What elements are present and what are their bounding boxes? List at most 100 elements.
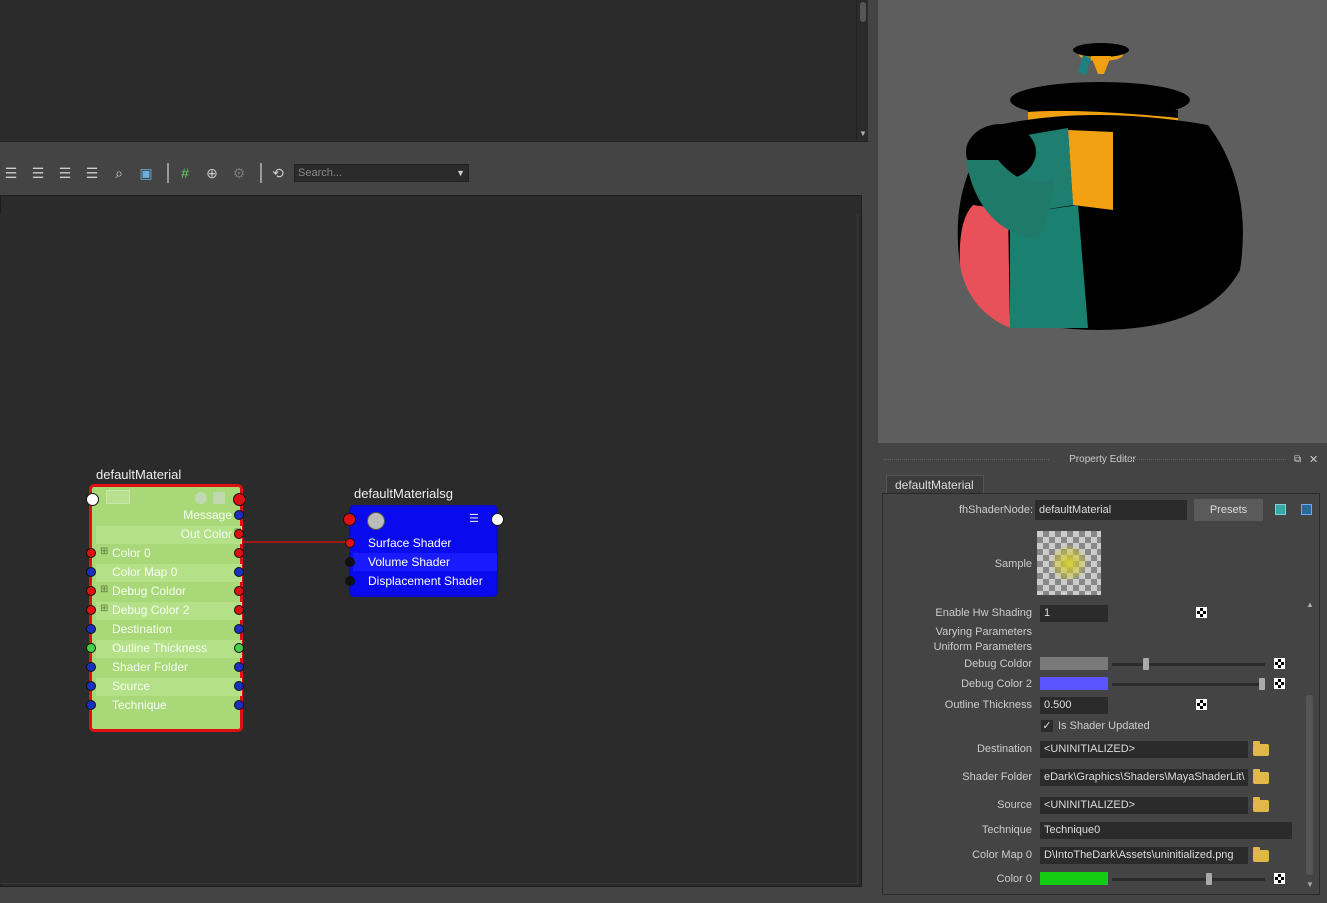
attr-port[interactable] (234, 605, 244, 615)
sg-attr-row[interactable]: Volume Shader (353, 553, 497, 571)
layout-4-icon[interactable]: ☰ (81, 162, 103, 184)
debug-coldor-slider[interactable] (1112, 663, 1265, 666)
attr-port[interactable] (234, 700, 244, 710)
map-button-icon[interactable] (1274, 658, 1285, 669)
attr-port[interactable] (234, 662, 244, 672)
property-editor-scrollbar[interactable]: ▲ ▼ (1304, 600, 1316, 890)
attr-port[interactable] (234, 567, 244, 577)
folder-icon[interactable] (1253, 769, 1269, 784)
expand-icon[interactable]: ⊞ (100, 584, 108, 595)
top-scrollbar[interactable]: ▼ (856, 0, 868, 140)
folder-icon[interactable] (1253, 797, 1269, 812)
source-field[interactable]: <UNINITIALIZED> (1040, 797, 1248, 814)
folder-icon[interactable] (1253, 847, 1269, 862)
attr-port[interactable] (86, 548, 96, 558)
shader-folder-field[interactable]: eDark\Graphics\Shaders\MayaShaderLit\ (1040, 769, 1248, 786)
node-menu-icon[interactable] (213, 492, 225, 504)
node-settings-icon[interactable] (195, 492, 207, 504)
attr-port[interactable] (86, 586, 96, 596)
material-attr-row[interactable]: Debug Coldor ⊞ (96, 583, 242, 601)
attr-port[interactable] (345, 576, 355, 586)
slider-handle[interactable] (1206, 873, 1212, 885)
material-attr-row[interactable]: Outline Thickness (96, 640, 242, 658)
material-attr-row[interactable]: Color Map 0 (96, 564, 242, 582)
expand-icon[interactable]: ⊞ (100, 546, 108, 557)
material-input-port[interactable] (86, 493, 99, 506)
select-icon[interactable]: ⊕ (201, 162, 223, 184)
attr-port[interactable] (86, 624, 96, 634)
sg-attr-row[interactable]: Surface Shader (353, 534, 497, 552)
material-node[interactable]: MessageOut Color⊞Color 0⊞Color Map 0Debu… (89, 484, 243, 732)
scroll-down-icon[interactable]: ▼ (859, 129, 867, 138)
refresh-icon[interactable]: ⟲ (267, 162, 289, 184)
material-attr-row[interactable]: Out Color⊞ (96, 526, 242, 544)
chevron-down-icon[interactable]: ▼ (456, 168, 465, 178)
tools-icon[interactable]: ⚙ (228, 162, 250, 184)
layout-3-icon[interactable]: ☰ (54, 162, 76, 184)
expand-icon[interactable]: ⊞ (100, 603, 108, 614)
material-attr-row[interactable]: Destination (96, 621, 242, 639)
material-output-port[interactable] (233, 493, 246, 506)
attr-port[interactable] (345, 557, 355, 567)
material-attr-row[interactable]: Source (96, 678, 242, 696)
attr-port[interactable] (86, 567, 96, 577)
close-icon[interactable]: ✕ (1309, 451, 1318, 469)
debug-color-2-slider[interactable] (1112, 683, 1265, 686)
attr-port[interactable] (86, 700, 96, 710)
color-0-swatch[interactable] (1040, 872, 1108, 885)
enable-hw-field[interactable]: 1 (1040, 605, 1108, 622)
slider-handle[interactable] (1143, 658, 1149, 670)
presets-button[interactable]: Presets (1194, 499, 1263, 521)
folder-icon[interactable] (1253, 741, 1269, 756)
sg-input-port[interactable] (343, 513, 356, 526)
material-attr-row[interactable]: Shader Folder (96, 659, 242, 677)
attr-port[interactable] (234, 510, 244, 520)
attr-port[interactable] (234, 586, 244, 596)
scroll-thumb[interactable] (1306, 695, 1313, 875)
node-name-field[interactable]: defaultMaterial (1035, 500, 1187, 520)
attr-port[interactable] (234, 548, 244, 558)
attr-port[interactable] (86, 681, 96, 691)
attr-port[interactable] (234, 643, 244, 653)
3d-viewport[interactable] (878, 0, 1327, 443)
material-attr-row[interactable]: Message (96, 507, 242, 525)
slider-handle[interactable] (1259, 678, 1265, 690)
node-menu-icon[interactable]: ☰ (469, 513, 483, 525)
layout-2-icon[interactable]: ☰ (27, 162, 49, 184)
destination-field[interactable]: <UNINITIALIZED> (1040, 741, 1248, 758)
attr-port[interactable] (86, 605, 96, 615)
layout-1-icon[interactable]: ☰ (0, 162, 22, 184)
sg-attr-row[interactable]: Displacement Shader (353, 572, 497, 590)
debug-color-2-swatch[interactable] (1040, 677, 1108, 690)
show-output-icon[interactable] (1301, 504, 1312, 515)
float-window-icon[interactable]: ⧉ (1294, 451, 1301, 469)
show-input-icon[interactable] (1275, 504, 1286, 515)
material-attr-row[interactable]: Color 0 ⊞ (96, 545, 242, 563)
node-graph-canvas[interactable]: defaultMaterial MessageOut Color⊞Color 0… (0, 214, 858, 884)
map-button-icon[interactable] (1274, 873, 1285, 884)
attr-port[interactable] (86, 662, 96, 672)
grid-icon[interactable]: # (174, 162, 196, 184)
attr-port[interactable] (86, 643, 96, 653)
shader-updated-checkbox[interactable]: ✓ (1041, 720, 1053, 732)
outline-thickness-field[interactable]: 0.500 (1040, 697, 1108, 714)
scroll-up-icon[interactable]: ▲ (1306, 600, 1314, 609)
color-map-0-field[interactable]: D\IntoTheDark\Assets\uninitialized.png (1040, 847, 1248, 864)
map-button-icon[interactable] (1274, 678, 1285, 689)
color-0-slider[interactable] (1112, 878, 1265, 881)
material-attr-row[interactable]: Technique (96, 697, 242, 715)
attr-port[interactable] (234, 529, 244, 539)
graph-icon[interactable]: ▣ (135, 162, 157, 184)
scroll-down-icon[interactable]: ▼ (1306, 880, 1314, 889)
attr-port[interactable] (345, 538, 355, 548)
material-attr-row[interactable]: Debug Color 2 ⊞ (96, 602, 242, 620)
search-icon[interactable]: ⌕ (108, 162, 130, 184)
attr-port[interactable] (234, 681, 244, 691)
sg-node[interactable]: ☰ Surface Shader Volume Shader Displacemen… (349, 505, 498, 597)
map-button-icon[interactable] (1196, 699, 1207, 710)
map-button-icon[interactable] (1196, 607, 1207, 618)
search-input[interactable]: Search... ▼ (294, 164, 469, 182)
tab-default-material[interactable]: defaultMaterial (886, 475, 984, 493)
technique-field[interactable]: Technique0 (1040, 822, 1292, 839)
scroll-thumb[interactable] (860, 2, 866, 22)
